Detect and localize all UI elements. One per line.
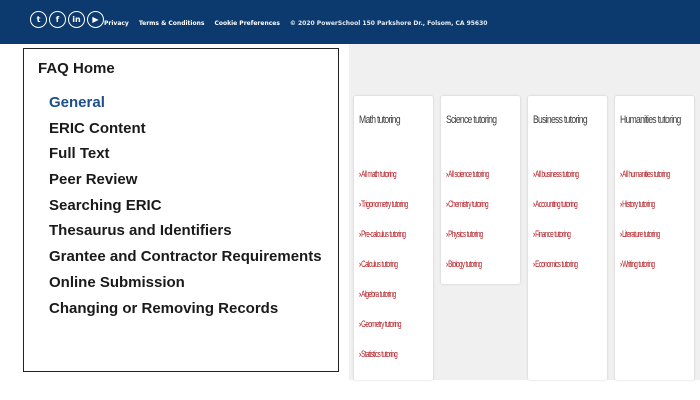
humanities-tutoring-title[interactable]: Humanities tutoring (620, 114, 681, 126)
terms-link[interactable]: Terms & Conditions (139, 20, 205, 27)
faq-title[interactable]: FAQ Home (38, 60, 115, 77)
math-tutoring-title[interactable]: Math tutoring (359, 114, 401, 126)
faq-item-online-submission[interactable]: Online Submission (49, 272, 322, 294)
humanities-tutoring-column: Humanities tutoring ›All humanities tuto… (615, 96, 694, 380)
faq-item-thesaurus[interactable]: Thesaurus and Identifiers (49, 220, 322, 242)
business-tutoring-column: Business tutoring ›All business tutoring… (528, 96, 607, 380)
tutoring-link[interactable]: ›Writing tutoring (620, 249, 670, 279)
youtube-icon[interactable]: ▶ (87, 11, 104, 28)
faq-item-eric-content[interactable]: ERIC Content (49, 118, 322, 140)
site-footer-bar: t f in ▶ Privacy Terms & Conditions Cook… (0, 0, 700, 44)
humanities-tutoring-links: ›All humanities tutoring ›History tutori… (620, 159, 691, 279)
tutoring-link[interactable]: ›All math tutoring (359, 159, 408, 189)
tutoring-link[interactable]: ›Literature tutoring (620, 219, 670, 249)
math-tutoring-links: ›All math tutoring ›Trigonometry tutorin… (359, 159, 428, 369)
business-tutoring-links: ›All business tutoring ›Accounting tutor… (533, 159, 598, 279)
cookie-preferences-link[interactable]: Cookie Preferences (214, 20, 279, 27)
tutoring-link[interactable]: ›Pre-calculus tutoring (359, 219, 408, 249)
facebook-icon[interactable]: f (49, 11, 66, 28)
tutoring-link[interactable]: ›Statistics tutoring (359, 339, 408, 369)
tutoring-link[interactable]: ›Physics tutoring (446, 219, 488, 249)
tutoring-link[interactable]: ›History tutoring (620, 189, 670, 219)
tutoring-link[interactable]: ›All business tutoring (533, 159, 579, 189)
tutoring-link[interactable]: ›Finance tutoring (533, 219, 578, 249)
faq-panel: FAQ Home General ERIC Content Full Text … (23, 48, 339, 372)
science-tutoring-column: Science tutoring ›All science tutoring ›… (441, 96, 520, 284)
tutoring-link[interactable]: ›Algebra tutoring (359, 279, 408, 309)
tutoring-link[interactable]: ›All humanities tutoring (620, 159, 670, 189)
tutoring-link[interactable]: ›Accounting tutoring (533, 189, 578, 219)
social-icons: t f in ▶ (30, 11, 104, 28)
linkedin-icon[interactable]: in (68, 11, 85, 28)
tutoring-link[interactable]: ›Biology tutoring (446, 249, 488, 279)
business-tutoring-title[interactable]: Business tutoring (533, 114, 588, 126)
tutoring-link[interactable]: ›Calculus tutoring (359, 249, 408, 279)
tutoring-link[interactable]: ›Economics tutoring (533, 249, 578, 279)
faq-item-general[interactable]: General (49, 92, 322, 114)
tutoring-link[interactable]: ›Geometry tutoring (359, 309, 408, 339)
tutoring-link[interactable]: ›Trigonometry tutoring (359, 189, 408, 219)
science-tutoring-links: ›All science tutoring ›Chemistry tutorin… (446, 159, 507, 279)
faq-item-changing-records[interactable]: Changing or Removing Records (49, 298, 322, 320)
tutoring-link[interactable]: ›All science tutoring (446, 159, 489, 189)
faq-list: General ERIC Content Full Text Peer Revi… (49, 92, 322, 323)
math-tutoring-column: Math tutoring ›All math tutoring ›Trigon… (354, 96, 433, 380)
twitter-icon[interactable]: t (30, 11, 47, 28)
faq-item-full-text[interactable]: Full Text (49, 143, 322, 165)
privacy-link[interactable]: Privacy (104, 20, 129, 27)
tutoring-area: Math tutoring ›All math tutoring ›Trigon… (349, 44, 700, 380)
science-tutoring-title[interactable]: Science tutoring (446, 114, 497, 126)
tutoring-link[interactable]: ›Chemistry tutoring (446, 189, 489, 219)
faq-item-grantee[interactable]: Grantee and Contractor Requirements (49, 246, 322, 268)
copyright-text: © 2020 PowerSchool 150 Parkshore Dr., Fo… (289, 20, 488, 27)
footer-links: Privacy Terms & Conditions Cookie Prefer… (104, 20, 487, 27)
faq-item-peer-review[interactable]: Peer Review (49, 169, 322, 191)
faq-item-searching-eric[interactable]: Searching ERIC (49, 195, 322, 217)
